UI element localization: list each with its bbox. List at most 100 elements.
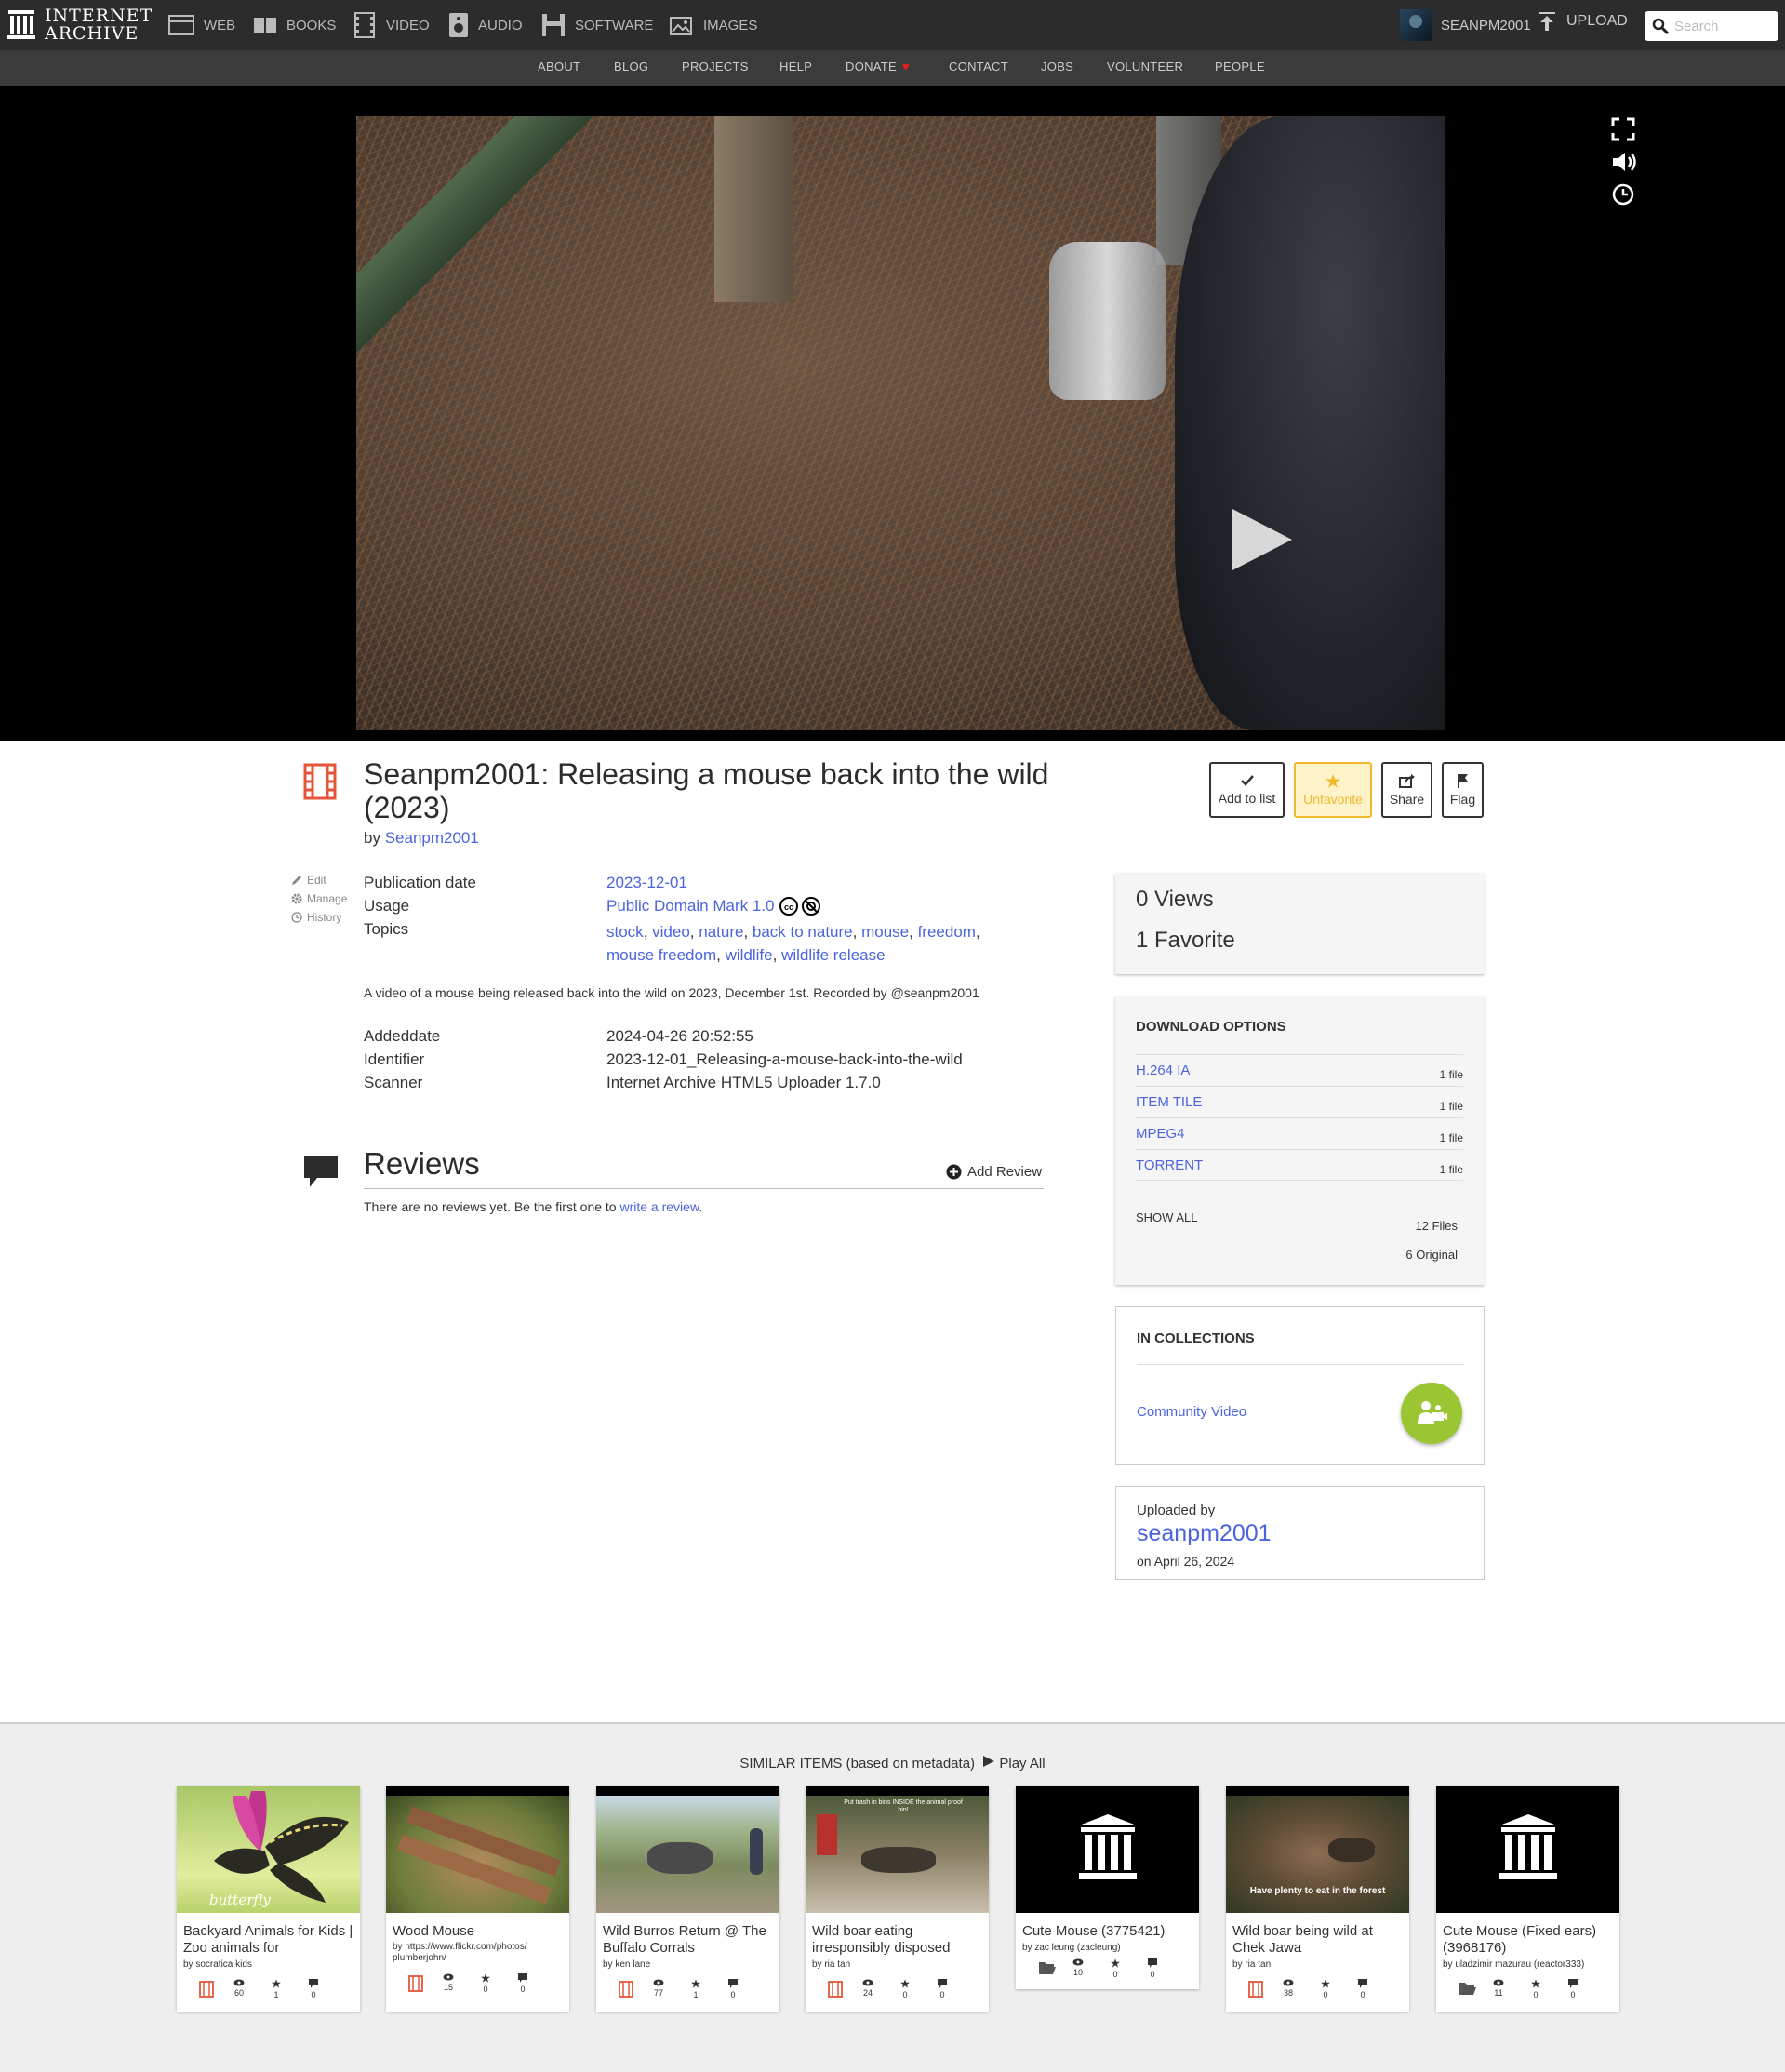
check-icon	[1240, 775, 1254, 786]
similar-item-card[interactable]: Cute Mouse (Fixed ears) (3968176) by ula…	[1436, 1786, 1619, 2012]
similar-item-card[interactable]: Wild Burros Return @ The Buffalo Corrals…	[596, 1786, 779, 2012]
favorites-stat: 0	[1101, 1958, 1129, 1979]
nav-video[interactable]: VIDEO	[353, 11, 430, 39]
star-icon	[1321, 1979, 1330, 1988]
search-input[interactable]	[1674, 18, 1777, 34]
star-icon	[900, 1979, 910, 1988]
subnav-contact[interactable]: CONTACT	[949, 60, 1008, 74]
pub-date-value[interactable]: 2023-12-01	[606, 874, 687, 892]
download-format-link[interactable]: H.264 IA	[1136, 1063, 1190, 1078]
nav-images-label: IMAGES	[703, 17, 758, 33]
add-review-button[interactable]: Add Review	[946, 1164, 1042, 1180]
topic-link[interactable]: mouse	[861, 923, 909, 941]
pencil-icon	[292, 876, 301, 885]
upload-button[interactable]: UPLOAD	[1537, 11, 1628, 32]
nav-books[interactable]: BOOKS	[253, 11, 336, 39]
subnav-help[interactable]: HELP	[779, 60, 812, 74]
manage-label: Manage	[307, 892, 348, 905]
subnav-donate[interactable]: DONATE ♥	[846, 60, 910, 74]
views-count: 24	[862, 1988, 873, 1998]
similar-item-creator: by ria tan	[812, 1959, 851, 1970]
username: SEANPM2001	[1441, 17, 1531, 33]
community-video-badge[interactable]	[1401, 1383, 1462, 1444]
play-icon[interactable]	[1232, 509, 1292, 570]
favorites-stat: 1	[682, 1979, 710, 1999]
show-all-link[interactable]: SHOW ALL	[1136, 1210, 1197, 1224]
eye-icon	[1072, 1958, 1084, 1966]
similar-item-card[interactable]: butterfly Backyard Animals for Kids | Zo…	[177, 1786, 360, 2012]
topic-link[interactable]: freedom	[918, 923, 976, 941]
uploader-link[interactable]: seanpm2001	[1137, 1520, 1272, 1547]
history-label: History	[307, 911, 342, 924]
topic-link[interactable]: wildlife release	[781, 946, 886, 964]
subnav-volunteer[interactable]: VOLUNTEER	[1107, 60, 1183, 74]
subnav-blog[interactable]: BLOG	[614, 60, 648, 74]
topic-link[interactable]: stock	[606, 923, 644, 941]
similar-item-creator: by uladzimir mazurau (reactor333)	[1443, 1959, 1585, 1970]
user-menu[interactable]: SEANPM2001	[1400, 9, 1531, 41]
volume-icon[interactable]	[1611, 150, 1637, 174]
topic-link[interactable]: wildlife	[726, 946, 773, 964]
nav-audio[interactable]: AUDIO	[448, 11, 523, 39]
views-stat: 10	[1064, 1958, 1092, 1977]
similar-item-title: Wild Burros Return @ The Buffalo Corrals	[603, 1923, 766, 1956]
top-nav: INTERNET ARCHIVE WEB BOOKS VIDEO AUDIO S…	[0, 0, 1785, 50]
unfavorite-button[interactable]: Unfavorite	[1294, 762, 1372, 818]
download-format-link[interactable]: TORRENT	[1136, 1157, 1203, 1173]
nav-web[interactable]: WEB	[168, 11, 235, 39]
fullscreen-icon[interactable]	[1611, 117, 1635, 141]
download-file-count: 1 file	[1439, 1100, 1463, 1113]
topic-link[interactable]: back to nature	[753, 923, 853, 941]
reviews-count: 0	[730, 1990, 736, 1999]
download-format-link[interactable]: MPEG4	[1136, 1126, 1185, 1142]
similar-item-title: Wild boar being wild at Chek Jawa	[1232, 1923, 1373, 1956]
topic-link[interactable]: video	[652, 923, 690, 941]
history-link[interactable]: History	[291, 908, 347, 927]
video-frame[interactable]	[356, 116, 1445, 730]
eye-icon	[862, 1979, 873, 1986]
write-review-link[interactable]: write a review	[619, 1199, 699, 1214]
collections-title: IN COLLECTIONS	[1137, 1330, 1255, 1346]
share-button[interactable]: Share	[1381, 762, 1432, 818]
subnav-projects[interactable]: PROJECTS	[682, 60, 749, 74]
flag-button[interactable]: Flag	[1442, 762, 1484, 818]
nav-images[interactable]: IMAGES	[670, 11, 757, 39]
subnav-about[interactable]: ABOUT	[538, 60, 580, 74]
play-all-button[interactable]: Play All	[982, 1756, 1046, 1771]
views-count: 38	[1283, 1988, 1293, 1998]
favorites-count: 0	[483, 1985, 488, 1994]
similar-item-card[interactable]: Cute Mouse (3775421) by zac leung (zacle…	[1016, 1786, 1199, 1989]
views-stat: 77	[645, 1979, 673, 1998]
similar-item-stats: 24 0 0	[806, 1979, 989, 2005]
original-count: 6 Original	[1405, 1248, 1458, 1262]
archive-building-icon	[1499, 1814, 1557, 1879]
item-thumbnail: butterfly	[177, 1786, 360, 1913]
similar-item-card[interactable]: Have plenty to eat in the forest Wild bo…	[1226, 1786, 1409, 2012]
collection-link[interactable]: Community Video	[1137, 1404, 1246, 1420]
search-icon[interactable]	[1652, 18, 1669, 34]
identifier-label: Identifier	[364, 1050, 425, 1068]
views-count: 77	[653, 1988, 663, 1998]
comment-icon	[1358, 1979, 1367, 1988]
similar-item-creator: by ken lane	[603, 1959, 651, 1970]
similar-item-stats: 38 0 0	[1226, 1979, 1409, 2005]
clock-icon[interactable]	[1611, 182, 1635, 207]
similar-item-stats: 10 0 0	[1016, 1958, 1199, 1985]
film-icon	[619, 1981, 633, 1998]
star-icon	[272, 1979, 281, 1988]
creator-link[interactable]: Seanpm2001	[385, 829, 479, 847]
similar-item-card[interactable]: Wood Mouse by https://www.flickr.com/pho…	[386, 1786, 569, 2012]
nav-software[interactable]: SOFTWARE	[541, 11, 653, 39]
topic-link[interactable]: mouse freedom	[606, 946, 716, 964]
download-format-link[interactable]: ITEM TILE	[1136, 1094, 1202, 1110]
edit-link[interactable]: Edit	[291, 871, 347, 889]
similar-item-card[interactable]: Put trash in bins INSIDE the animal proo…	[806, 1786, 989, 2012]
subnav-jobs[interactable]: JOBS	[1041, 60, 1073, 74]
manage-link[interactable]: Manage	[291, 889, 347, 908]
internet-archive-logo[interactable]: INTERNET ARCHIVE	[7, 7, 153, 43]
license-link[interactable]: Public Domain Mark 1.0	[606, 897, 774, 916]
play-all-label: Play All	[999, 1756, 1046, 1771]
subnav-people[interactable]: PEOPLE	[1215, 60, 1265, 74]
topic-link[interactable]: nature	[699, 923, 743, 941]
add-to-list-button[interactable]: Add to list	[1209, 762, 1285, 818]
